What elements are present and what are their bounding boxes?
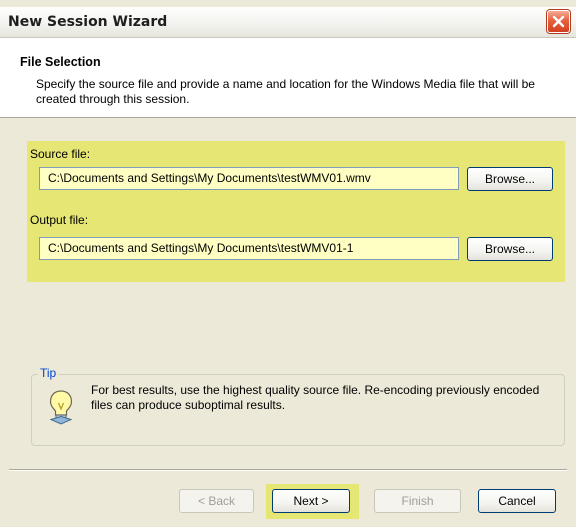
back-button[interactable]: < Back: [179, 489, 254, 513]
footer-separator: [9, 469, 567, 471]
source-file-input[interactable]: C:\Documents and Settings\My Documents\t…: [39, 167, 459, 190]
output-file-input[interactable]: C:\Documents and Settings\My Documents\t…: [39, 237, 459, 260]
page-description: Specify the source file and provide a na…: [36, 77, 535, 106]
next-button[interactable]: Next >: [272, 489, 350, 513]
window-title: New Session Wizard: [8, 14, 168, 30]
close-button[interactable]: [547, 10, 570, 33]
close-icon: [552, 15, 565, 28]
cancel-button[interactable]: Cancel: [478, 489, 556, 513]
lightbulb-icon: [49, 390, 73, 425]
source-file-label: Source file:: [30, 147, 91, 161]
finish-button[interactable]: Finish: [374, 489, 461, 513]
page-title: File Selection: [20, 55, 101, 69]
tip-text: For best results, use the highest qualit…: [91, 383, 540, 412]
source-browse-button[interactable]: Browse...: [467, 167, 553, 191]
tip-legend: Tip: [38, 366, 59, 380]
title-bar[interactable]: New Session Wizard: [0, 7, 576, 38]
output-file-label: Output file:: [30, 213, 89, 227]
new-session-wizard-dialog: New Session Wizard File Selection Specif…: [0, 0, 576, 527]
output-browse-button[interactable]: Browse...: [467, 237, 553, 261]
wizard-header: File Selection Specify the source file a…: [0, 38, 576, 118]
